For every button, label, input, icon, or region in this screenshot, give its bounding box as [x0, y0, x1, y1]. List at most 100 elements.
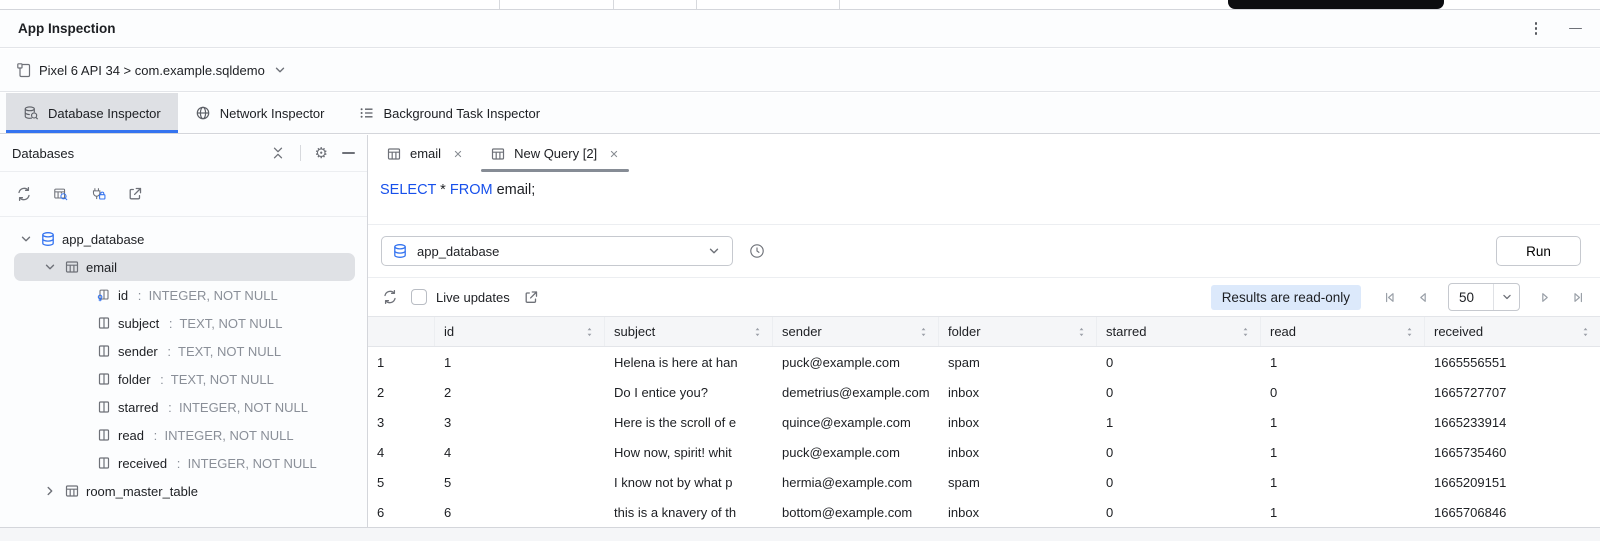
chevron-right-icon[interactable]	[42, 483, 58, 499]
tree-item-type: : TEXT, NOT NULL	[165, 316, 282, 331]
column-header-subject[interactable]: subject	[605, 317, 773, 346]
sort-icon[interactable]	[584, 324, 595, 340]
hide-icon[interactable]	[342, 152, 355, 154]
table-cell: inbox	[939, 377, 1097, 407]
chevron-down-icon	[1493, 284, 1519, 310]
globe-icon	[195, 105, 211, 121]
table-row[interactable]: 55I know not by what phermia@example.com…	[368, 467, 1600, 497]
run-button[interactable]: Run	[1496, 236, 1581, 266]
minimize-icon[interactable]	[1569, 28, 1582, 30]
sort-icon[interactable]	[918, 324, 929, 340]
tree-item-type: : INTEGER, NOT NULL	[150, 428, 294, 443]
database-combobox[interactable]: app_database	[381, 236, 733, 266]
column-header-read[interactable]: read	[1261, 317, 1425, 346]
results-table: idsubjectsenderfolderstarredreadreceived…	[368, 316, 1600, 528]
tree-item-sender[interactable]: sender : TEXT, NOT NULL	[0, 337, 367, 365]
top-overlay-fragment	[1228, 0, 1444, 9]
table-row[interactable]: 44How now, spirit! whitpuck@example.comi…	[368, 437, 1600, 467]
panel-title: App Inspection	[18, 21, 116, 36]
table-icon	[386, 146, 402, 162]
tree-item-id[interactable]: id : INTEGER, NOT NULL	[0, 281, 367, 309]
live-updates-checkbox[interactable]	[411, 289, 427, 305]
column-header-id[interactable]: id	[435, 317, 605, 346]
editor-tab-0[interactable]: email	[376, 135, 474, 172]
close-icon[interactable]	[452, 148, 464, 160]
row-number: 1	[368, 347, 435, 377]
first-page-icon[interactable]	[1382, 289, 1398, 305]
table-cell: Do I entice you?	[605, 377, 773, 407]
tree-item-email[interactable]: email	[14, 253, 355, 281]
databases-toolbar	[0, 172, 367, 217]
device-selector-bar[interactable]: Pixel 6 API 34 > com.example.sqldemo	[0, 49, 1600, 92]
table-row[interactable]: 22Do I entice you?demetrius@example.comi…	[368, 377, 1600, 407]
table-row[interactable]: 11Helena is here at hanpuck@example.coms…	[368, 347, 1600, 377]
tree-item-room_master_table[interactable]: room_master_table	[0, 477, 367, 505]
chevron-down-icon[interactable]	[42, 259, 58, 275]
page-size-combobox[interactable]: 50	[1448, 283, 1520, 311]
table-cell: 1	[435, 347, 605, 377]
table-cell: this is a knavery of th	[605, 497, 773, 527]
tree-item-name: subject	[118, 316, 159, 331]
table-cell: 0	[1097, 437, 1261, 467]
databases-panel: Databases ⚙	[0, 135, 368, 528]
refresh-icon[interactable]	[16, 186, 32, 202]
table-search-icon[interactable]	[53, 186, 69, 202]
collapse-all-icon[interactable]	[270, 145, 286, 161]
tree-item-type: : INTEGER, NOT NULL	[173, 456, 317, 471]
sort-icon[interactable]	[1076, 324, 1087, 340]
table-cell: 1	[1261, 407, 1425, 437]
tree-item-type: : INTEGER, NOT NULL	[164, 400, 308, 415]
tab-background-task-inspector[interactable]: Background Task Inspector	[342, 93, 558, 133]
tree-item-starred[interactable]: starred : INTEGER, NOT NULL	[0, 393, 367, 421]
column-header-received[interactable]: received	[1425, 317, 1600, 346]
row-number-header	[368, 317, 435, 346]
tree-item-received[interactable]: received : INTEGER, NOT NULL	[0, 449, 367, 477]
export-icon[interactable]	[127, 186, 143, 202]
tree-item-subject[interactable]: subject : TEXT, NOT NULL	[0, 309, 367, 337]
table-cell: 1665727707	[1425, 377, 1600, 407]
table-cell: inbox	[939, 437, 1097, 467]
row-number: 6	[368, 497, 435, 527]
database-combobox-value: app_database	[417, 244, 499, 259]
readonly-badge: Results are read-only	[1211, 285, 1361, 310]
sort-icon[interactable]	[1580, 324, 1591, 340]
sort-icon[interactable]	[1240, 324, 1251, 340]
tab-network-inspector[interactable]: Network Inspector	[178, 93, 342, 133]
column-icon	[96, 399, 112, 415]
tree-item-app_database[interactable]: app_database	[0, 225, 367, 253]
tab-database-inspector[interactable]: Database Inspector	[6, 93, 178, 133]
sql-editor[interactable]: SELECT * FROM email;	[368, 172, 1600, 225]
sort-icon[interactable]	[752, 324, 763, 340]
sort-icon[interactable]	[1404, 324, 1415, 340]
column-header-starred[interactable]: starred	[1097, 317, 1261, 346]
editor-tabbar: emailNew Query [2]	[368, 135, 1600, 172]
tree-item-name: folder	[118, 372, 151, 387]
close-icon[interactable]	[608, 148, 620, 160]
query-history-icon[interactable]	[749, 243, 765, 259]
table-cell: 1665706846	[1425, 497, 1600, 527]
next-page-icon[interactable]	[1537, 289, 1553, 305]
column-key-icon	[96, 287, 112, 303]
table-cell: 2	[435, 377, 605, 407]
last-page-icon[interactable]	[1570, 289, 1586, 305]
table-icon	[64, 259, 80, 275]
tree-item-name: read	[118, 428, 144, 443]
tree-item-type: : TEXT, NOT NULL	[164, 344, 281, 359]
previous-page-icon[interactable]	[1415, 289, 1431, 305]
tree-item-read[interactable]: read : INTEGER, NOT NULL	[0, 421, 367, 449]
more-vertical-icon[interactable]	[1533, 20, 1540, 37]
chevron-down-icon[interactable]	[18, 231, 34, 247]
table-cell: 1	[1261, 497, 1425, 527]
column-header-sender[interactable]: sender	[773, 317, 939, 346]
refresh-icon[interactable]	[382, 289, 398, 305]
table-row[interactable]: 66this is a knavery of thbottom@example.…	[368, 497, 1600, 527]
export-icon[interactable]	[523, 289, 539, 305]
table-row[interactable]: 33Here is the scroll of equince@example.…	[368, 407, 1600, 437]
editor-tab-1[interactable]: New Query [2]	[480, 135, 630, 172]
gear-icon[interactable]: ⚙	[315, 146, 328, 161]
keep-connections-open-icon[interactable]	[90, 186, 106, 202]
sql-token: FROM	[450, 182, 493, 198]
tree-item-folder[interactable]: folder : TEXT, NOT NULL	[0, 365, 367, 393]
column-header-folder[interactable]: folder	[939, 317, 1097, 346]
table-cell: 0	[1097, 497, 1261, 527]
